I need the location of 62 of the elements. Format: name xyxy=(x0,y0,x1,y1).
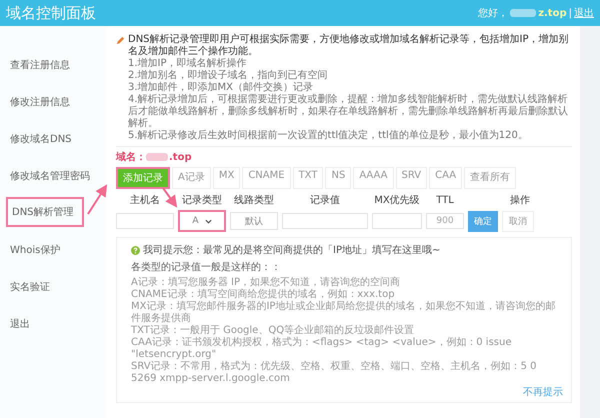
column-header: 操作 xyxy=(510,194,530,207)
caret-icon xyxy=(204,218,212,224)
dismiss-link[interactable]: 不再提示 xyxy=(523,385,563,399)
column-header: 记录值 xyxy=(310,194,340,207)
sidebar-item[interactable]: 实名验证 xyxy=(6,268,84,305)
tip-title: 我司提示您：最常见的是将空间商提供的「IP地址」填写在这里哦~ xyxy=(143,244,440,257)
record-tab[interactable]: SRV xyxy=(396,167,428,189)
column-header: 记录类型 xyxy=(182,194,222,207)
instruction-text: 1.增加IP，即域名解析操作 xyxy=(128,58,248,70)
sidebar-item[interactable]: 修改域名DNS xyxy=(6,120,84,157)
record-tab[interactable]: AAAA xyxy=(353,167,394,189)
record-tab[interactable]: TXT xyxy=(292,167,324,189)
panel-title: 域名控制面板 xyxy=(6,4,96,22)
column-header: TTL xyxy=(436,194,454,206)
mx-priority-input[interactable] xyxy=(372,213,422,229)
record-tab[interactable]: CNAME xyxy=(242,167,291,189)
account-name: z.top xyxy=(538,8,567,18)
annotation-arrow xyxy=(162,187,178,208)
annotation-arrow xyxy=(87,184,108,215)
record-value-input[interactable] xyxy=(282,213,368,229)
tip-text: TXT记录：一般用于 Google、QQ等企业邮箱的反垃圾邮件设置 xyxy=(131,325,416,336)
intro-text: DNS解析记录管理即用户可根据实际需要，方便地修改或增加域名解析记录等，包括增加IP，增加别名及增加邮件三个操作功能。 xyxy=(128,34,570,58)
column-header: MX优先级 xyxy=(374,194,420,207)
ttl-input[interactable]: 900 xyxy=(426,213,464,229)
record-tab[interactable]: 查看所有 xyxy=(464,167,516,189)
sidebar-item[interactable]: 修改注册信息 xyxy=(6,83,84,120)
instruction-text: 3.增加邮件，即添加MX（邮件交换）记录 xyxy=(128,82,314,94)
confirm-button[interactable]: 确定 xyxy=(468,210,498,232)
column-header: 主机名 xyxy=(130,194,160,207)
tip-text: CAA记录：证书颁发机构授权，格式为：<flags> <tag> <value>，例如：0 issue "letsencrypt.org" xyxy=(131,337,512,360)
record-tab[interactable]: MX xyxy=(212,167,240,189)
host-input[interactable] xyxy=(116,213,174,229)
sidebar-item[interactable]: DNS解析管理 xyxy=(6,197,84,227)
tip-text: SRV记录：不常用，格式为：优先级、空格、权重、空格、端口、空格、主机名，例如：5 0 5269 xmpp-server.l.google.com xyxy=(131,361,538,385)
instruction-text: 5.解析记录修改后生效时间根据前一次设置的ttl值决定，ttl值的单位是秒，最小值为120。 xyxy=(128,130,529,142)
blurred-account xyxy=(510,9,536,17)
record-tab[interactable]: NS xyxy=(325,167,352,189)
sidebar-item[interactable]: 修改域名管理密码 xyxy=(6,157,94,194)
sidebar-item[interactable]: Whois保护 xyxy=(6,231,84,268)
question-icon xyxy=(131,246,140,254)
separator-text: | xyxy=(568,8,572,18)
sidebar-item[interactable]: 退出 xyxy=(6,305,84,342)
tip-text: A记录：填写您服务器 IP，如果您不知道，请咨询您的空间商 xyxy=(131,277,401,288)
tip-text: CNAME记录：填写空间商给您提供的域名，例如：xxx.top xyxy=(131,289,396,300)
tip-subtitle: 各类型的记录值一般是这样的：： xyxy=(131,260,282,274)
domain-label: 域名： xyxy=(116,150,146,164)
tip-text: MX记录：填写您邮件服务器的IP地址或企业邮局给您提供的域名，如果您不知道，请咨询您的邮件服务提供商 xyxy=(131,301,556,324)
pencil-icon xyxy=(116,36,125,45)
column-header: 线路类型 xyxy=(234,194,274,207)
record-type-select[interactable]: A xyxy=(178,210,226,232)
cancel-button[interactable]: 取消 xyxy=(502,210,534,232)
greeting-text: 您好， xyxy=(478,7,508,20)
instruction-text: 4.解析记录增加后，可根据需要进行更改或删除，提醒：增加多线智能解析时，需先做默认线路解析后才能做单线路解析，删除多线解析时，如果存在单线路解析，需先删除单线路解析再最后删除默认解析。 xyxy=(128,94,569,130)
record-tab[interactable]: 添加记录 xyxy=(116,167,170,189)
blurred-domain xyxy=(146,153,168,161)
domain-suffix: .top xyxy=(169,152,192,162)
instruction-text: 2.增加别名，即增设子域名，指向到已有空间 xyxy=(128,70,329,82)
sidebar-item[interactable]: 查看注册信息 xyxy=(6,46,84,83)
line-type-select[interactable]: 默认 xyxy=(230,212,278,230)
record-tab[interactable]: CAA xyxy=(429,167,462,189)
logout-link[interactable]: 退出 xyxy=(574,6,594,20)
record-tab[interactable]: A记录 xyxy=(172,167,211,189)
